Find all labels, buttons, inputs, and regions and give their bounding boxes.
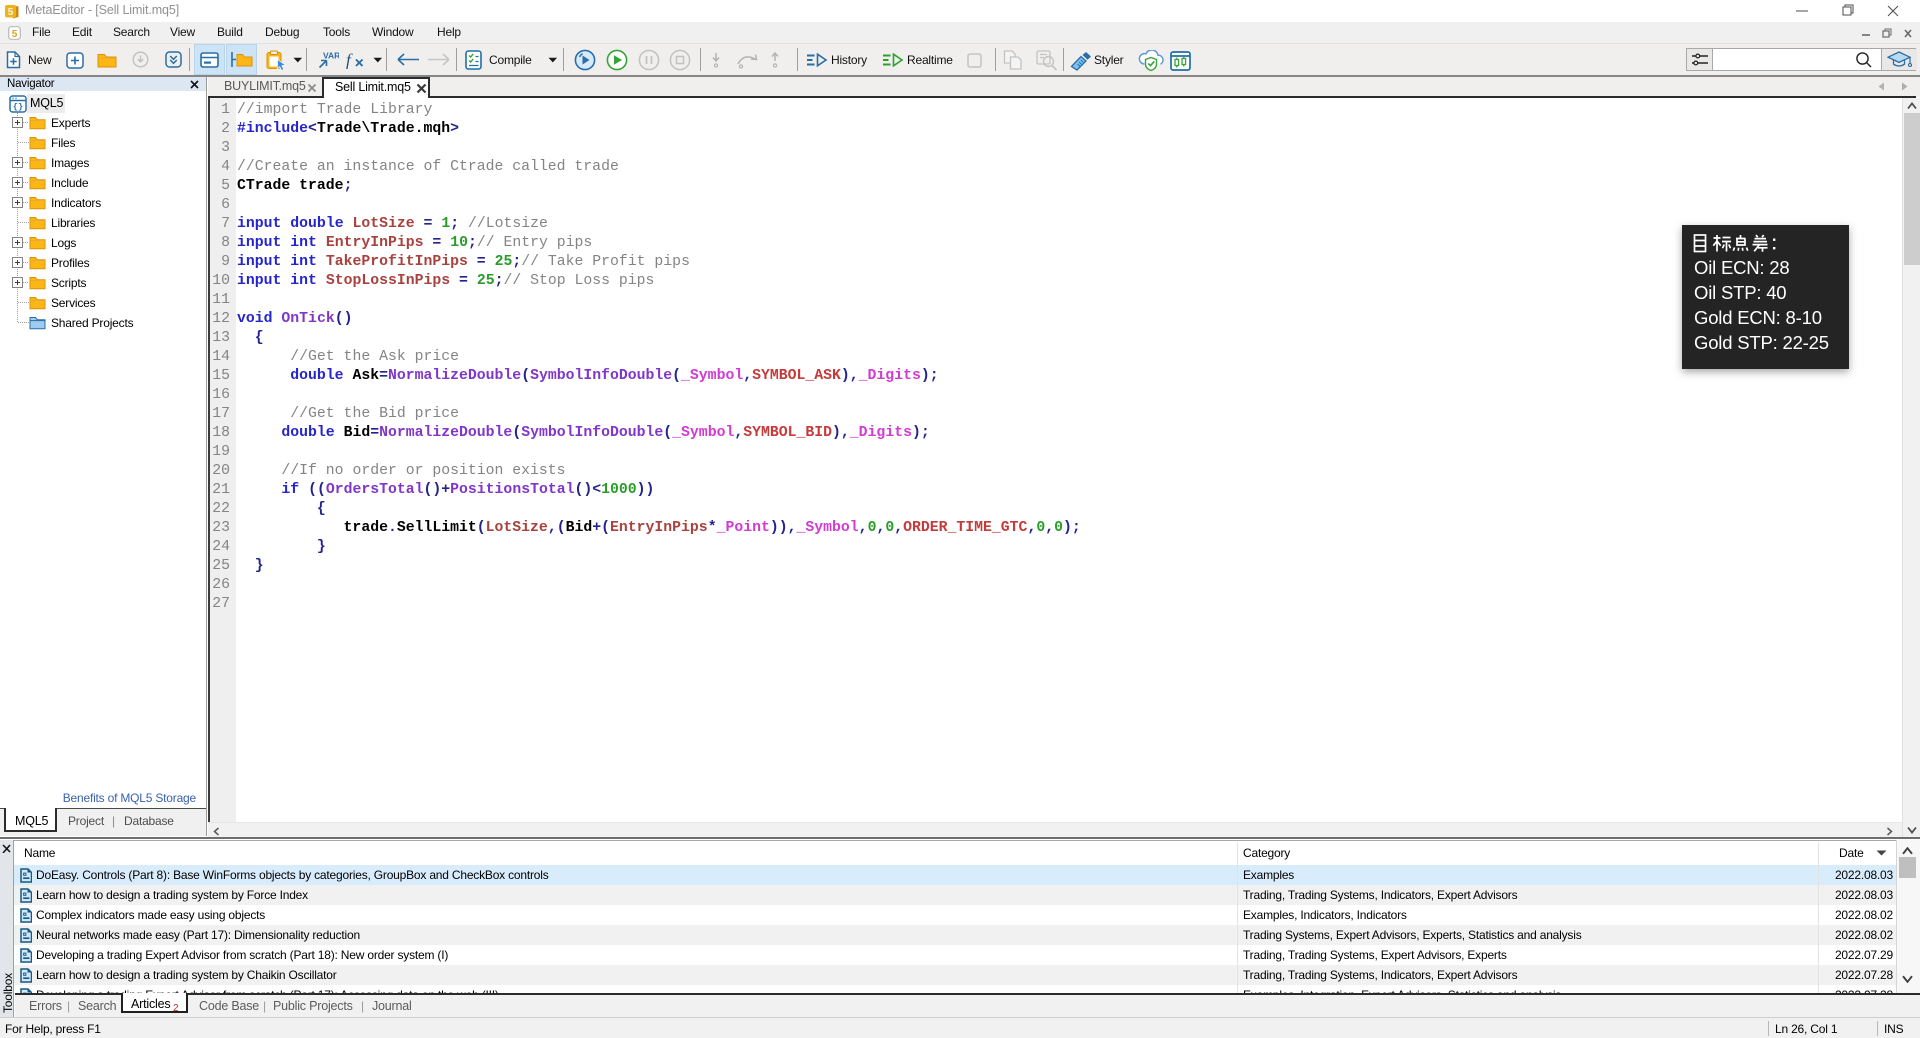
svg-text:{}: {} xyxy=(13,102,23,112)
svg-text:VAR: VAR xyxy=(323,51,339,61)
svg-text:5: 5 xyxy=(12,29,18,40)
svg-text:f: f xyxy=(346,51,353,70)
svg-text:5: 5 xyxy=(8,7,14,18)
